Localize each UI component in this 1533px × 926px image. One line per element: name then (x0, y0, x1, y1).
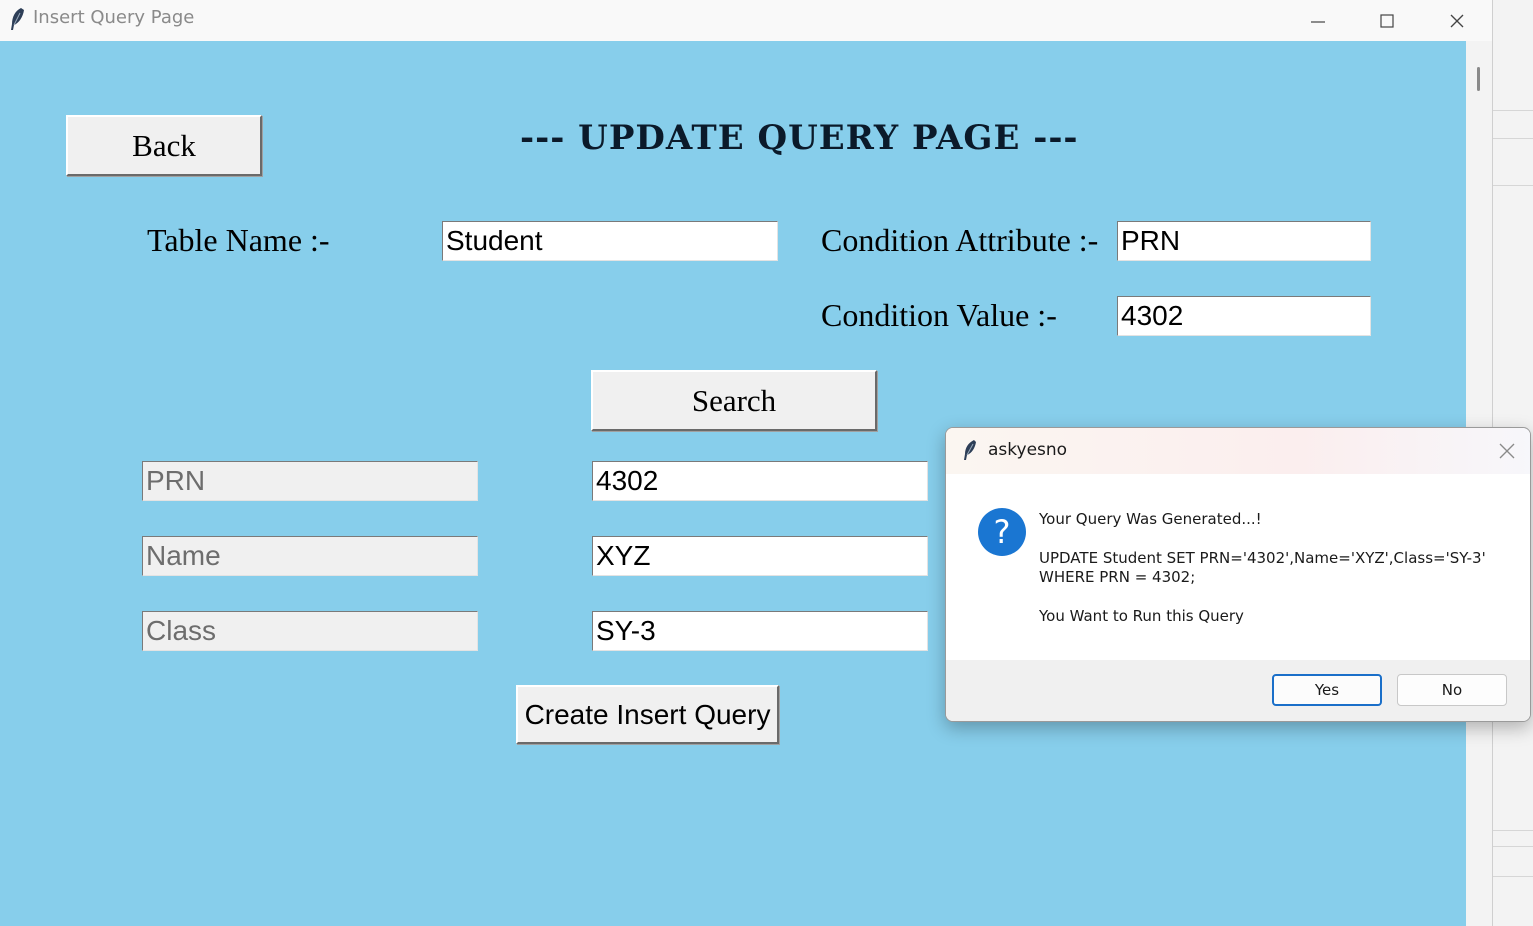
dialog-close-icon[interactable] (1496, 440, 1518, 462)
close-icon (1450, 14, 1464, 27)
condition-attribute-label: Condition Attribute :- (821, 222, 1099, 258)
minimize-button[interactable] (1283, 0, 1353, 41)
field-value-class[interactable]: SY-3 (592, 611, 928, 651)
field-name-prn: PRN (142, 461, 478, 501)
search-button[interactable]: Search (591, 370, 877, 431)
table-name-label: Table Name :- (147, 222, 330, 258)
minimize-icon (1311, 20, 1325, 23)
dialog-message-line: WHERE PRN = 4302; (1039, 568, 1196, 586)
feather-icon (11, 8, 24, 30)
dialog-message-line: UPDATE Student SET PRN='4302',Name='XYZ'… (1039, 549, 1486, 567)
yes-button[interactable]: Yes (1272, 674, 1382, 706)
maximize-button[interactable] (1352, 0, 1422, 41)
close-button[interactable] (1422, 0, 1492, 41)
dialog-title-bar: askyesno (946, 428, 1530, 474)
field-name-name: Name (142, 536, 478, 576)
scrollbar-thumb[interactable] (1477, 67, 1480, 91)
field-value-name[interactable]: XYZ (592, 536, 928, 576)
title-bar: Insert Query Page (0, 0, 1492, 41)
condition-value-label: Condition Value :- (821, 297, 1057, 333)
no-button[interactable]: No (1397, 674, 1507, 706)
window-title: Insert Query Page (33, 7, 195, 28)
dialog-title: askyesno (988, 440, 1068, 460)
page-title: --- UPDATE QUERY PAGE --- (520, 118, 1079, 158)
feather-icon (964, 440, 976, 460)
field-value-prn[interactable]: 4302 (592, 461, 928, 501)
condition-attribute-input[interactable]: PRN (1117, 221, 1371, 261)
question-icon: ? (978, 508, 1026, 556)
dialog-message-line: Your Query Was Generated...! (1039, 510, 1262, 528)
field-name-class: Class (142, 611, 478, 651)
dialog-message-line: You Want to Run this Query (1039, 607, 1244, 625)
table-name-input[interactable]: Student (442, 221, 778, 261)
askyesno-dialog: askyesno ? Your Query Was Generated...! … (945, 427, 1531, 722)
back-button[interactable]: Back (66, 115, 262, 176)
create-insert-query-button[interactable]: Create Insert Query (516, 685, 779, 744)
condition-value-input[interactable]: 4302 (1117, 296, 1371, 336)
maximize-icon (1380, 13, 1394, 28)
